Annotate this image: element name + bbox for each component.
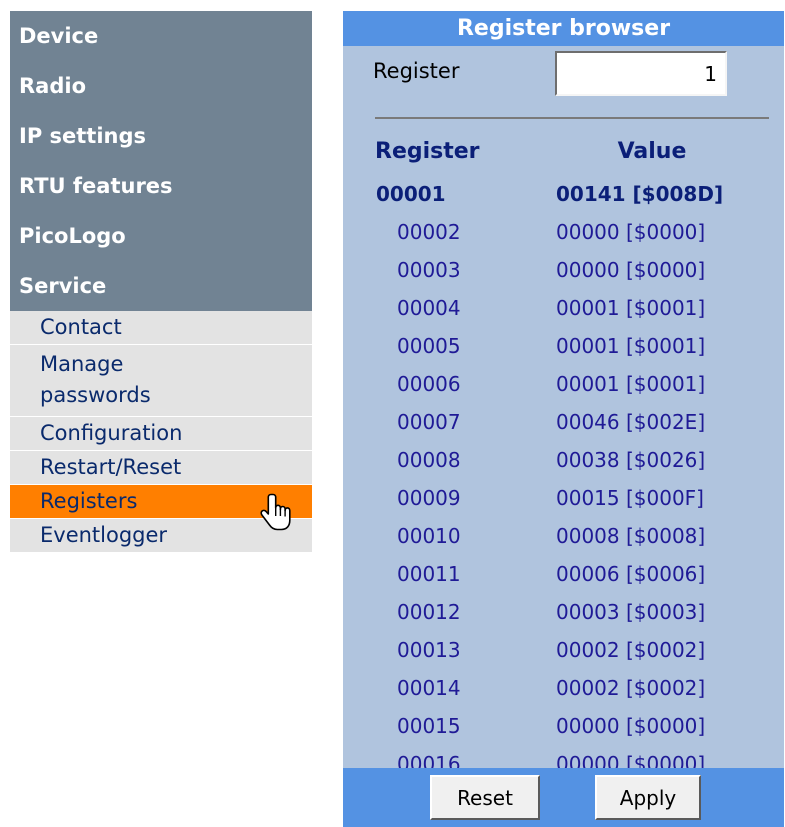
nav-item-picologo[interactable]: PicoLogo	[10, 211, 312, 261]
nav-item-service[interactable]: Service	[10, 261, 312, 311]
register-cell: 00002	[397, 220, 461, 244]
register-cell: 00008	[397, 448, 461, 472]
table-row[interactable]: 00004 00001 [$0001]	[343, 289, 784, 327]
register-cell: 00007	[397, 410, 461, 434]
submenu-item-label-line2: passwords	[40, 383, 151, 407]
value-cell: 00046 [$002E]	[556, 410, 706, 434]
page: Device Radio IP settings RTU features Pi…	[0, 0, 785, 827]
table-row[interactable]: 00013 00002 [$0002]	[343, 631, 784, 669]
register-cell: 00011	[397, 562, 461, 586]
table-row[interactable]: 00012 00003 [$0003]	[343, 593, 784, 631]
table-row[interactable]: 00011 00006 [$0006]	[343, 555, 784, 593]
register-cell: 00009	[397, 486, 461, 510]
submenu-item-label-line1: Manage	[40, 352, 124, 376]
column-header-value: Value	[617, 139, 687, 164]
nav-item-ip-settings[interactable]: IP settings	[10, 111, 312, 161]
nav-item-device[interactable]: Device	[10, 11, 312, 61]
value-cell: 00001 [$0001]	[556, 334, 706, 358]
submenu-item-registers[interactable]: Registers	[10, 485, 312, 531]
apply-button[interactable]: Apply	[595, 775, 701, 820]
register-cell: 00003	[397, 258, 461, 282]
value-cell: 00008 [$0008]	[556, 524, 706, 548]
register-cell: 00013	[397, 638, 461, 662]
value-cell: 00000 [$0000]	[556, 258, 706, 282]
table-row[interactable]: 00009 00015 [$000F]	[343, 479, 784, 517]
register-cell: 00005	[397, 334, 461, 358]
table-row[interactable]: 00014 00002 [$0002]	[343, 669, 784, 707]
value-cell: 00038 [$0026]	[556, 448, 706, 472]
table-row[interactable]: 00008 00038 [$0026]	[343, 441, 784, 479]
table-row[interactable]: 00002 00000 [$0000]	[343, 213, 784, 251]
submenu-item-label: Registers	[40, 489, 138, 513]
sidebar: Device Radio IP settings RTU features Pi…	[10, 11, 312, 553]
register-cell: 00015	[397, 714, 461, 738]
table-row[interactable]: 00015 00000 [$0000]	[343, 707, 784, 745]
panel-title: Register browser	[343, 11, 784, 46]
register-cell: 00001	[376, 182, 446, 206]
value-cell: 00001 [$0001]	[556, 296, 706, 320]
register-cell: 00006	[397, 372, 461, 396]
register-field-label: Register	[373, 59, 460, 83]
divider	[375, 117, 769, 119]
value-cell: 00003 [$0003]	[556, 600, 706, 624]
table-row[interactable]: 00001 00141 [$008D]	[343, 175, 784, 213]
register-input[interactable]	[555, 51, 727, 96]
main-nav: Device Radio IP settings RTU features Pi…	[10, 11, 312, 311]
submenu-item-manage-passwords[interactable]: Manage passwords	[10, 345, 312, 417]
table-row[interactable]: 00003 00000 [$0000]	[343, 251, 784, 289]
value-cell: 00001 [$0001]	[556, 372, 706, 396]
nav-item-radio[interactable]: Radio	[10, 61, 312, 111]
register-cell: 00012	[397, 600, 461, 624]
value-cell: 00000 [$0000]	[556, 220, 706, 244]
table-row[interactable]: 00005 00001 [$0001]	[343, 327, 784, 365]
register-cell: 00004	[397, 296, 461, 320]
value-cell: 00006 [$0006]	[556, 562, 706, 586]
nav-item-rtu-features[interactable]: RTU features	[10, 161, 312, 211]
value-cell: 00002 [$0002]	[556, 638, 706, 662]
submenu-item-restart-reset[interactable]: Restart/Reset	[10, 451, 312, 485]
submenu-item-contact[interactable]: Contact	[10, 311, 312, 345]
value-cell: 00002 [$0002]	[556, 676, 706, 700]
table-row[interactable]: 00010 00008 [$0008]	[343, 517, 784, 555]
register-browser-panel: Register browser Register Register Value…	[343, 11, 784, 827]
submenu-item-eventlogger[interactable]: Eventlogger	[10, 519, 312, 553]
table-row[interactable]: 00007 00046 [$002E]	[343, 403, 784, 441]
table-row[interactable]: 00006 00001 [$0001]	[343, 365, 784, 403]
value-cell: 00000 [$0000]	[556, 714, 706, 738]
value-cell: 00015 [$000F]	[556, 486, 704, 510]
reset-button[interactable]: Reset	[430, 775, 540, 820]
register-table: 00001 00141 [$008D] 00002 00000 [$0000] 0000…	[343, 175, 784, 783]
register-cell: 00014	[397, 676, 461, 700]
register-cell: 00010	[397, 524, 461, 548]
value-cell: 00141 [$008D]	[556, 182, 724, 206]
service-submenu: Contact Manage passwords Configuration R…	[10, 311, 312, 553]
submenu-item-configuration[interactable]: Configuration	[10, 417, 312, 451]
panel-footer: Reset Apply	[343, 768, 784, 827]
